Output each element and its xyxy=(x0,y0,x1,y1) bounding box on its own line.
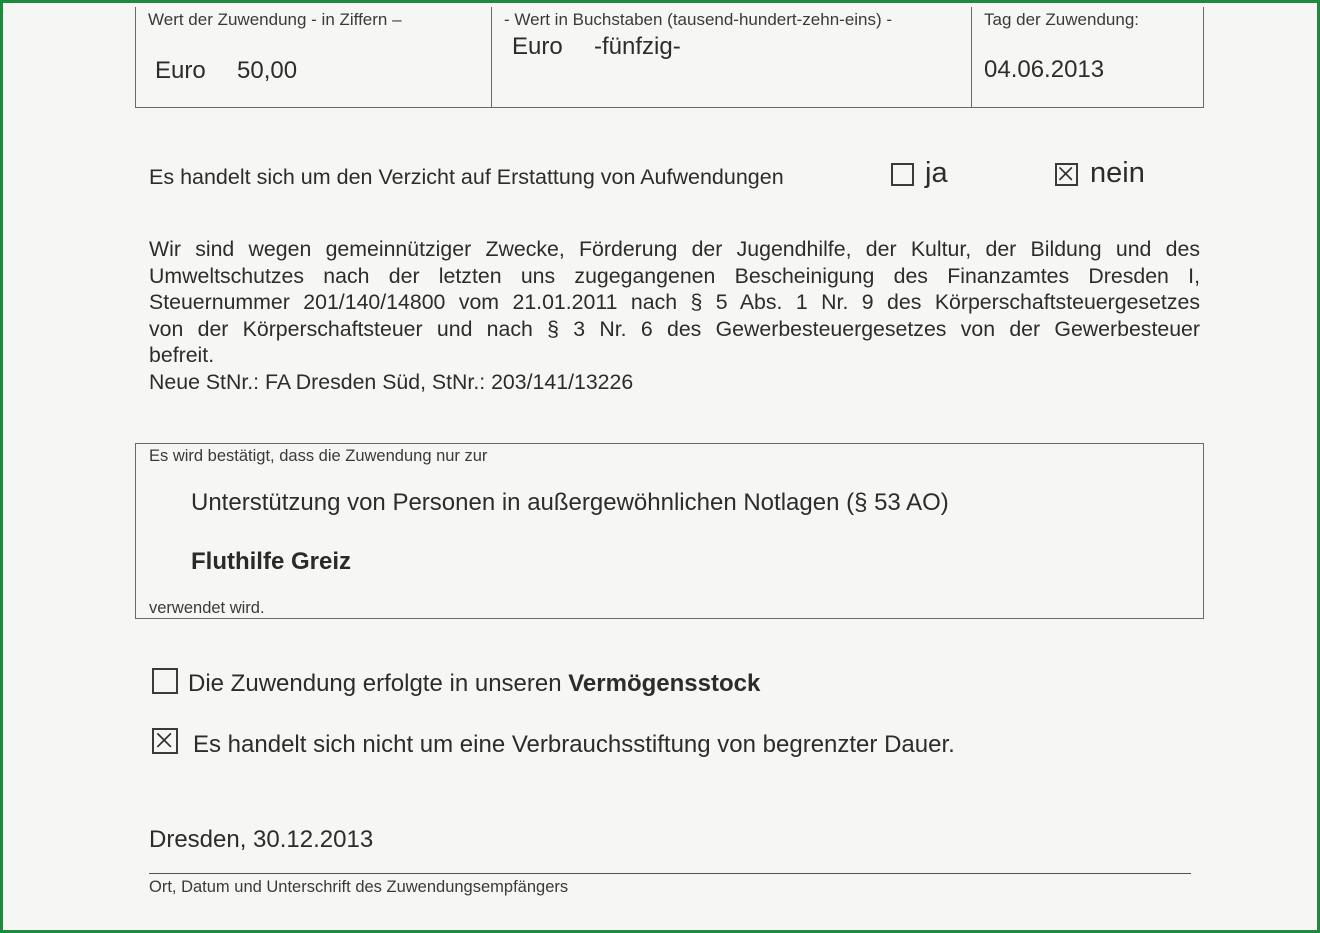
document-frame: Wert der Zuwendung - in Ziffern – Euro 5… xyxy=(0,0,1320,933)
checkmark-x-icon xyxy=(156,732,172,748)
waiver-no-checkbox[interactable] xyxy=(1055,163,1078,186)
vermoegensstock-prefix: Die Zuwendung erfolgte in unseren xyxy=(188,670,569,697)
purpose-intro: Es wird bestätigt, dass die Zuwendung nu… xyxy=(149,447,488,465)
date-value: 04.06.2013 xyxy=(984,56,1105,83)
purpose-text: Unterstützung von Personen in außergewöh… xyxy=(191,489,949,516)
vermoegensstock-text: Die Zuwendung erfolgte in unseren Vermög… xyxy=(188,670,760,698)
waiver-question: Es handelt sich um den Verzicht auf Erst… xyxy=(149,165,784,189)
waiver-no-label: nein xyxy=(1090,157,1145,189)
signature-caption: Ort, Datum und Unterschrift des Zuwendun… xyxy=(149,878,569,896)
amount-words-cell: - Wert in Buchstaben (tausend-hundert-ze… xyxy=(492,7,972,107)
purpose-outro: verwendet wird. xyxy=(149,599,265,617)
date-label: Tag der Zuwendung: xyxy=(984,10,1139,29)
amount-digits-label: Wert der Zuwendung - in Ziffern – xyxy=(148,10,402,29)
verbrauch-checkbox[interactable] xyxy=(152,728,178,754)
purpose-box: Es wird bestätigt, dass die Zuwendung nu… xyxy=(135,443,1204,619)
amount-table: Wert der Zuwendung - in Ziffern – Euro 5… xyxy=(135,7,1204,108)
vermoegensstock-bold: Vermögensstock xyxy=(568,670,761,697)
place-date: Dresden, 30.12.2013 xyxy=(149,826,374,853)
vermoegensstock-checkbox[interactable] xyxy=(152,668,178,694)
verbrauch-text: Es handelt sich nicht um eine Verbrauchs… xyxy=(193,731,955,758)
amount-currency: Euro xyxy=(155,57,206,84)
amount-words-currency: Euro xyxy=(512,33,563,60)
signature-line xyxy=(149,873,1191,874)
date-cell: Tag der Zuwendung: 04.06.2013 xyxy=(972,7,1204,107)
exemption-line: befreit. xyxy=(149,343,215,368)
tax-exemption-paragraph: Wir sind wegen gemeinnütziger Zwecke, Fö… xyxy=(149,236,1200,396)
amount-words-value: -fünfzig- xyxy=(594,33,681,60)
project-name: Fluthilfe Greiz xyxy=(191,548,352,575)
exemption-line: von der Körperschaftsteuer und nach § 3 … xyxy=(149,316,1200,341)
checkmark-x-icon xyxy=(1058,166,1073,181)
exemption-line: Umweltschutzes nach der letzten uns zuge… xyxy=(149,263,1200,288)
amount-words-label: - Wert in Buchstaben (tausend-hundert-ze… xyxy=(504,10,893,29)
waiver-yes-checkbox[interactable] xyxy=(891,163,914,186)
exemption-line: Wir sind wegen gemeinnütziger Zwecke, Fö… xyxy=(149,237,1200,261)
amount-value: 50,00 xyxy=(237,57,298,84)
exemption-line: Steuernummer 201/140/14800 vom 21.01.201… xyxy=(149,290,1200,315)
waiver-yes-label: ja xyxy=(925,157,948,189)
amount-digits-cell: Wert der Zuwendung - in Ziffern – Euro 5… xyxy=(136,7,492,107)
new-tax-number: Neue StNr.: FA Dresden Süd, StNr.: 203/1… xyxy=(149,369,634,394)
